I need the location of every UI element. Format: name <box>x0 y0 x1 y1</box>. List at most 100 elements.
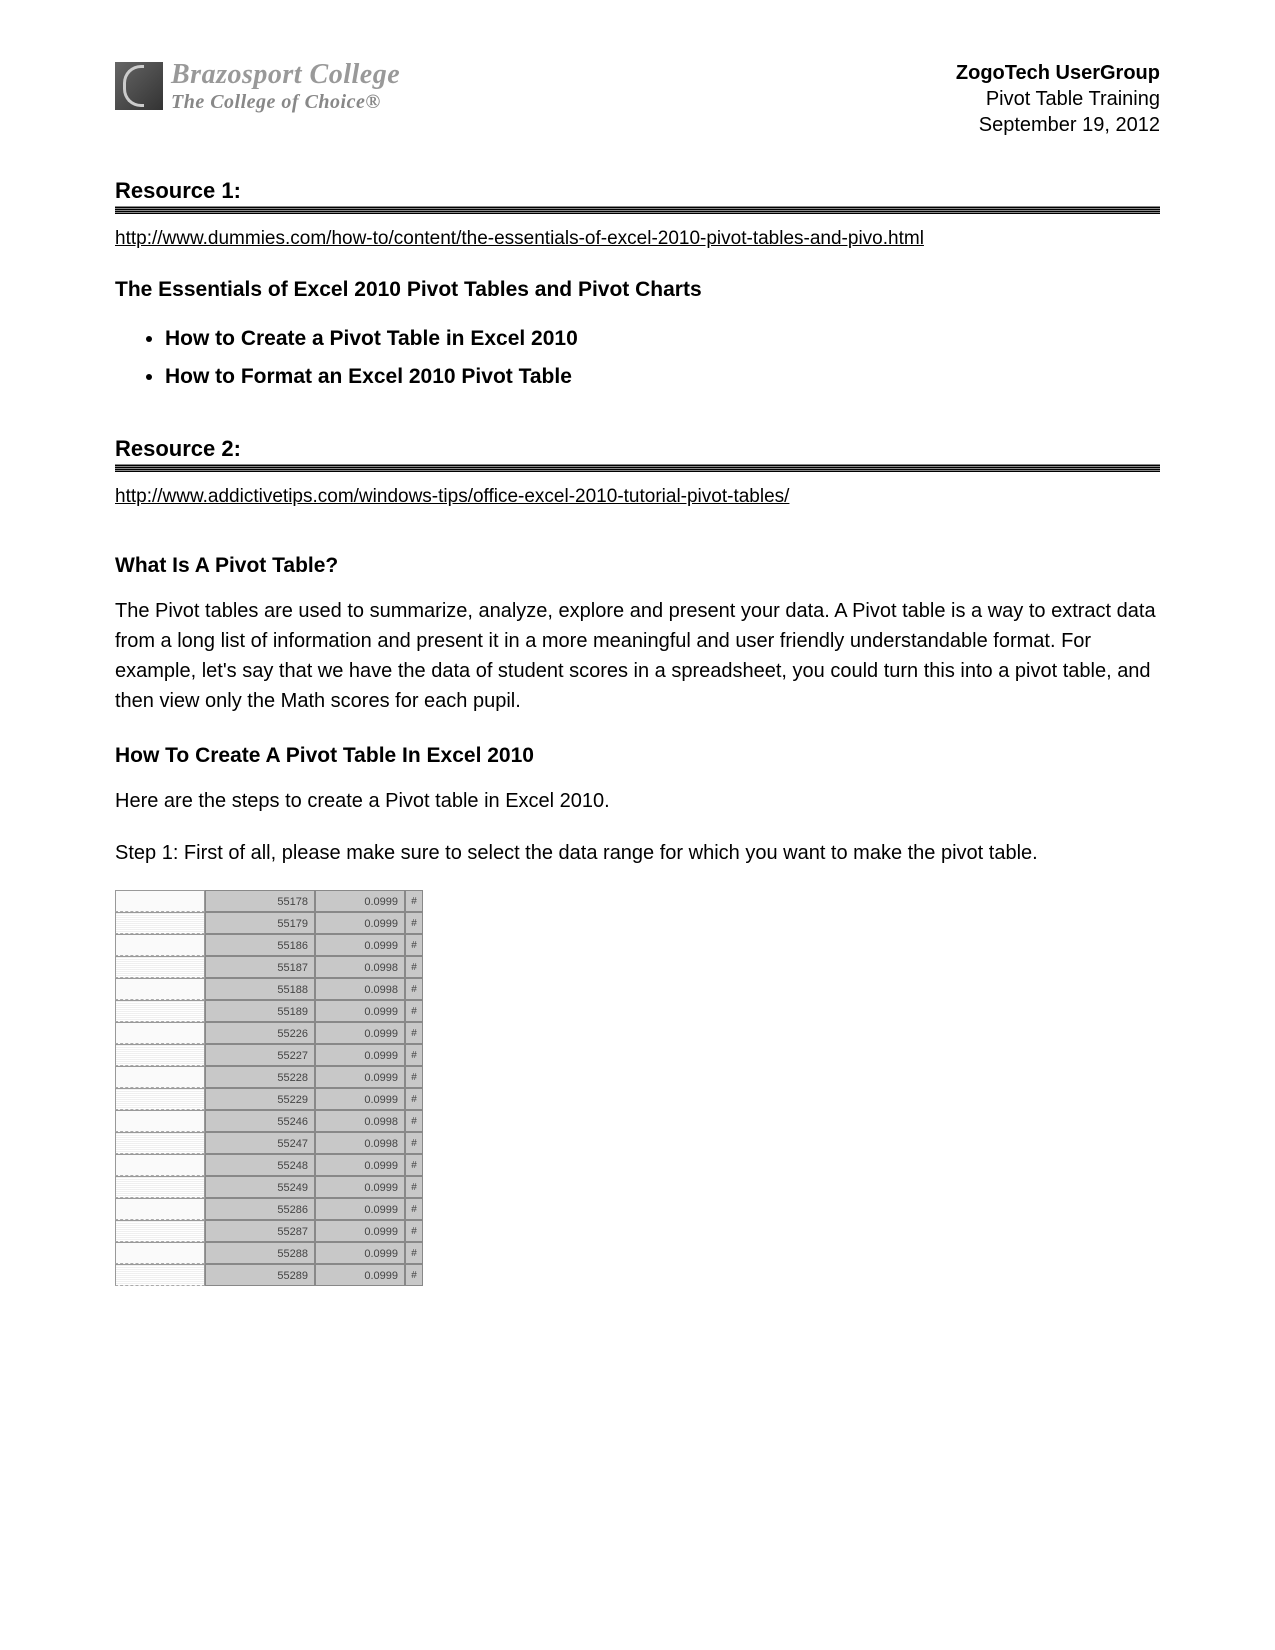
excel-cell-a <box>115 890 205 912</box>
resource-1-heading: Resource 1: <box>115 178 1160 204</box>
excel-cell-overflow: # <box>405 912 423 934</box>
logo-line-1: Brazosport College <box>171 60 400 91</box>
header-right: ZogoTech UserGroup Pivot Table Training … <box>956 60 1160 138</box>
excel-row: 551890.0999# <box>115 1000 430 1022</box>
how-to-create-heading: How To Create A Pivot Table In Excel 201… <box>115 744 1160 768</box>
excel-cell-id: 55178 <box>205 890 315 912</box>
excel-cell-id: 55188 <box>205 978 315 1000</box>
excel-cell-id: 55249 <box>205 1176 315 1198</box>
divider <box>115 206 1160 214</box>
excel-cell-value: 0.0998 <box>315 978 405 1000</box>
excel-cell-overflow: # <box>405 934 423 956</box>
excel-row: 552470.0998# <box>115 1132 430 1154</box>
excel-cell-value: 0.0999 <box>315 1198 405 1220</box>
excel-cell-value: 0.0999 <box>315 1022 405 1044</box>
excel-cell-overflow: # <box>405 1264 423 1286</box>
resource-1-link[interactable]: http://www.dummies.com/how-to/content/th… <box>115 228 924 250</box>
excel-cell-value: 0.0999 <box>315 890 405 912</box>
excel-cell-a <box>115 934 205 956</box>
excel-row: 552860.0999# <box>115 1198 430 1220</box>
excel-cell-id: 55186 <box>205 934 315 956</box>
excel-cell-a <box>115 1242 205 1264</box>
excel-cell-a <box>115 912 205 934</box>
excel-cell-value: 0.0999 <box>315 1088 405 1110</box>
logo-area: Brazosport College The College of Choice… <box>115 60 400 113</box>
excel-screenshot: 551780.0999#551790.0999#551860.0999#5518… <box>115 890 430 1286</box>
excel-cell-value: 0.0999 <box>315 1264 405 1286</box>
excel-cell-id: 55248 <box>205 1154 315 1176</box>
excel-cell-overflow: # <box>405 1044 423 1066</box>
bullet-item: How to Create a Pivot Table in Excel 201… <box>165 320 1160 358</box>
excel-cell-value: 0.0999 <box>315 1176 405 1198</box>
excel-cell-a <box>115 1088 205 1110</box>
excel-row: 552290.0999# <box>115 1088 430 1110</box>
excel-cell-id: 55187 <box>205 956 315 978</box>
excel-cell-overflow: # <box>405 978 423 1000</box>
excel-cell-a <box>115 1066 205 1088</box>
excel-row: 551880.0998# <box>115 978 430 1000</box>
excel-row: 552480.0999# <box>115 1154 430 1176</box>
excel-cell-id: 55288 <box>205 1242 315 1264</box>
steps-intro: Here are the steps to create a Pivot tab… <box>115 786 1160 816</box>
excel-cell-overflow: # <box>405 1176 423 1198</box>
excel-cell-overflow: # <box>405 1000 423 1022</box>
excel-row: 551870.0998# <box>115 956 430 978</box>
excel-cell-value: 0.0999 <box>315 1066 405 1088</box>
excel-cell-a <box>115 1264 205 1286</box>
resource-2-link[interactable]: http://www.addictivetips.com/windows-tip… <box>115 486 789 508</box>
header-title: Pivot Table Training <box>956 86 1160 112</box>
excel-cell-id: 55286 <box>205 1198 315 1220</box>
document-page: Brazosport College The College of Choice… <box>0 0 1275 1346</box>
excel-cell-overflow: # <box>405 1110 423 1132</box>
excel-cell-a <box>115 1198 205 1220</box>
page-header: Brazosport College The College of Choice… <box>115 60 1160 138</box>
excel-row: 551860.0999# <box>115 934 430 956</box>
excel-cell-a <box>115 1154 205 1176</box>
pivot-description: The Pivot tables are used to summarize, … <box>115 596 1160 716</box>
resource-1-subheading: The Essentials of Excel 2010 Pivot Table… <box>115 278 1160 302</box>
excel-row: 552870.0999# <box>115 1220 430 1242</box>
excel-row: 552460.0998# <box>115 1110 430 1132</box>
excel-cell-a <box>115 1220 205 1242</box>
excel-cell-value: 0.0999 <box>315 1242 405 1264</box>
excel-cell-overflow: # <box>405 1066 423 1088</box>
excel-cell-id: 55189 <box>205 1000 315 1022</box>
excel-cell-overflow: # <box>405 956 423 978</box>
college-logo-icon <box>115 62 163 110</box>
excel-row: 552280.0999# <box>115 1066 430 1088</box>
excel-cell-a <box>115 1022 205 1044</box>
divider <box>115 464 1160 472</box>
excel-cell-value: 0.0998 <box>315 956 405 978</box>
excel-cell-value: 0.0999 <box>315 1044 405 1066</box>
excel-cell-a <box>115 978 205 1000</box>
excel-cell-id: 55229 <box>205 1088 315 1110</box>
excel-cell-a <box>115 1132 205 1154</box>
excel-row: 552890.0999# <box>115 1264 430 1286</box>
excel-cell-id: 55179 <box>205 912 315 934</box>
excel-cell-a <box>115 1176 205 1198</box>
excel-cell-value: 0.0999 <box>315 1154 405 1176</box>
excel-cell-value: 0.0999 <box>315 934 405 956</box>
excel-cell-a <box>115 1110 205 1132</box>
excel-cell-overflow: # <box>405 1154 423 1176</box>
excel-cell-overflow: # <box>405 1220 423 1242</box>
excel-cell-value: 0.0999 <box>315 1220 405 1242</box>
excel-row: 552880.0999# <box>115 1242 430 1264</box>
excel-cell-value: 0.0998 <box>315 1132 405 1154</box>
excel-cell-id: 55287 <box>205 1220 315 1242</box>
excel-cell-value: 0.0998 <box>315 1110 405 1132</box>
excel-row: 551790.0999# <box>115 912 430 934</box>
excel-cell-id: 55247 <box>205 1132 315 1154</box>
excel-cell-id: 55246 <box>205 1110 315 1132</box>
excel-row: 552270.0999# <box>115 1044 430 1066</box>
excel-cell-a <box>115 956 205 978</box>
excel-cell-id: 55228 <box>205 1066 315 1088</box>
excel-cell-overflow: # <box>405 1242 423 1264</box>
excel-cell-a <box>115 1044 205 1066</box>
excel-row: 551780.0999# <box>115 890 430 912</box>
header-org: ZogoTech UserGroup <box>956 60 1160 86</box>
resource-1-bullets: How to Create a Pivot Table in Excel 201… <box>165 320 1160 396</box>
header-date: September 19, 2012 <box>956 112 1160 138</box>
excel-cell-overflow: # <box>405 1198 423 1220</box>
logo-text: Brazosport College The College of Choice… <box>171 60 400 113</box>
